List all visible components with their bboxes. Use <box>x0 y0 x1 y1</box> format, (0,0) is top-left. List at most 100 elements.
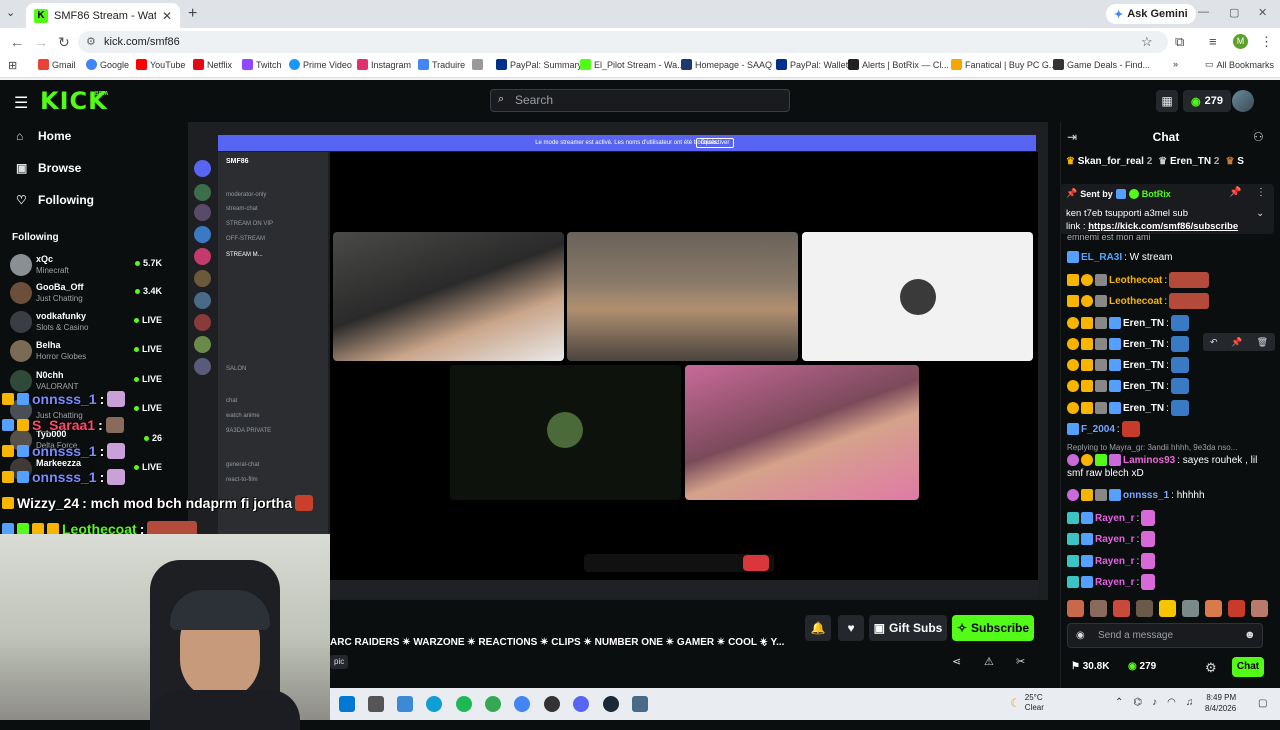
emote-icon[interactable] <box>1113 600 1130 617</box>
send-chat-button[interactable]: Chat <box>1232 657 1264 677</box>
edge-icon[interactable] <box>426 696 442 712</box>
new-tab-icon[interactable]: + <box>188 5 197 23</box>
bookmark-item[interactable]: PayPal: Wallet <box>776 59 848 70</box>
followed-channel[interactable]: xQc Minecraft 5.7K <box>10 252 162 280</box>
pinned-menu-icon[interactable]: ⋮ <box>1256 187 1266 198</box>
network-icon[interactable]: ⌬ <box>1133 697 1142 708</box>
extensions-icon[interactable]: ⧉ <box>1175 34 1184 50</box>
chat-message[interactable]: Eren_TN: <box>1067 336 1189 352</box>
clip-icon[interactable]: ✂ <box>1016 655 1025 668</box>
taskbar-app-icon[interactable] <box>397 696 413 712</box>
mic-icon[interactable]: ♪ <box>1152 697 1157 708</box>
site-info-icon[interactable]: ⚙ <box>86 35 96 48</box>
subscribe-link[interactable]: https://kick.com/smf86/subscribe <box>1088 221 1238 232</box>
discord-icon[interactable] <box>573 696 589 712</box>
url-field[interactable]: kick.com/smf86 <box>78 31 1168 53</box>
volume-icon[interactable]: ♫ <box>1186 697 1194 708</box>
more-bookmarks-icon[interactable]: » <box>1173 59 1178 69</box>
maximize-icon[interactable]: ▢ <box>1229 6 1239 19</box>
tray-arrow-icon[interactable]: ⌃ <box>1115 697 1123 708</box>
chat-message[interactable]: EL_RA3I: W stream <box>1067 251 1172 263</box>
followed-channel[interactable]: GooBa_Off Just Chatting 3.4K <box>10 280 162 308</box>
bookmark-item[interactable]: Google <box>86 59 129 70</box>
collapse-chat-icon[interactable]: ⇥ <box>1067 130 1077 144</box>
chat-message[interactable]: Rayen_r: <box>1067 510 1156 526</box>
points-badge[interactable]: ◉ 279 <box>1183 90 1231 112</box>
taskbar-app-icon[interactable] <box>544 696 560 712</box>
chat-message[interactable]: Eren_TN: <box>1067 378 1189 394</box>
pin-message-icon[interactable]: 📌 <box>1231 337 1242 348</box>
chat-message[interactable]: Eren_TN: <box>1067 357 1189 373</box>
close-tab-icon[interactable]: ✕ <box>162 9 172 23</box>
report-icon[interactable]: ⚠ <box>984 655 994 668</box>
chrome-icon[interactable] <box>485 696 501 712</box>
dashboard-icon[interactable]: ▦ <box>1156 90 1178 112</box>
browser-tab[interactable]: K SMF86 Stream - Watch Live on ✕ <box>26 3 180 28</box>
bookmark-item[interactable]: Traduire <box>418 59 465 70</box>
share-icon[interactable]: ⋖ <box>952 655 961 668</box>
bookmark-item[interactable]: Alerts | BotRix — Cl... <box>848 59 949 70</box>
chrome-icon[interactable] <box>514 696 530 712</box>
bookmark-item[interactable]: Fanatical | Buy PC G... <box>951 59 1056 70</box>
back-icon[interactable]: ← <box>10 34 24 50</box>
reload-icon[interactable]: ↻ <box>58 34 70 51</box>
nav-following[interactable]: ♡ Following <box>16 193 94 207</box>
bookmark-item[interactable]: Prime Video <box>289 59 352 70</box>
bookmark-item[interactable]: Netflix <box>193 59 232 70</box>
chat-message[interactable]: Rayen_r: <box>1067 553 1156 569</box>
minimize-icon[interactable]: — <box>1198 6 1209 18</box>
chat-settings-icon[interactable]: ⚙ <box>1205 660 1217 676</box>
bookmark-item[interactable]: PayPal: Summary <box>496 59 582 70</box>
chat-message[interactable]: F_2004: <box>1067 421 1140 437</box>
bookmark-item[interactable]: Twitch <box>242 59 282 70</box>
profile-avatar[interactable]: M <box>1233 34 1248 49</box>
follow-heart-button[interactable]: ♥ <box>838 615 864 641</box>
emote-icon[interactable] <box>1228 600 1245 617</box>
gifter[interactable]: ♛ Eren_TN 2 <box>1158 156 1219 167</box>
chat-message[interactable]: Laminos93: sayes rouhek , lil <box>1067 454 1257 466</box>
followed-channel[interactable]: Belha Horror Globes LIVE <box>10 338 162 366</box>
chat-input[interactable]: Send a message <box>1067 623 1263 648</box>
stream-tag[interactable]: pic <box>330 655 349 669</box>
delete-icon[interactable]: 🗑 <box>1257 337 1268 348</box>
chat-message[interactable]: Eren_TN: <box>1067 400 1189 416</box>
emote-icon[interactable] <box>1067 600 1084 617</box>
wifi-icon[interactable]: ◠ <box>1167 697 1176 708</box>
all-bookmarks[interactable]: ▭ All Bookmarks <box>1205 59 1274 70</box>
search-input[interactable]: Search <box>490 89 790 112</box>
nav-browse[interactable]: ▣ Browse <box>16 161 81 175</box>
emote-icon[interactable] <box>1136 600 1153 617</box>
emote-icon[interactable] <box>1159 600 1176 617</box>
bookmark-item[interactable] <box>472 59 483 70</box>
notification-icon[interactable]: ▢ <box>1258 698 1267 709</box>
chat-message[interactable]: Eren_TN: <box>1067 315 1189 331</box>
user-avatar[interactable] <box>1232 90 1254 112</box>
forward-icon[interactable]: → <box>34 34 48 50</box>
reading-list-icon[interactable]: ≡ <box>1209 34 1217 49</box>
chat-message[interactable]: Rayen_r: <box>1067 574 1156 590</box>
notification-bell-button[interactable]: 🔔 <box>805 615 831 641</box>
bookmark-item[interactable]: Gmail <box>38 59 76 70</box>
apps-grid-icon[interactable]: ⊞ <box>8 59 17 72</box>
gifter[interactable]: ♛ Skan_for_real 2 <box>1066 156 1152 167</box>
emoji-picker-icon[interactable]: ☻ <box>1244 629 1256 641</box>
chat-users-icon[interactable]: ⚇ <box>1253 130 1264 144</box>
bookmark-item[interactable]: Homepage - SAAQ <box>681 59 772 70</box>
bookmark-item[interactable]: Instagram <box>357 59 411 70</box>
bookmark-item[interactable]: YouTube <box>136 59 185 70</box>
chat-message[interactable]: onnsss_1: hhhhh <box>1067 489 1205 501</box>
start-icon[interactable] <box>339 696 355 712</box>
ask-gemini-button[interactable]: ✦ Ask Gemini <box>1106 4 1196 24</box>
reply-icon[interactable]: ↶ <box>1210 337 1218 348</box>
expand-title-icon[interactable]: ⌄ <box>760 636 769 649</box>
emote-icon[interactable] <box>1182 600 1199 617</box>
nav-home[interactable]: ⌂ Home <box>16 129 71 143</box>
emote-icon[interactable] <box>1090 600 1107 617</box>
menu-icon[interactable]: ☰ <box>14 93 28 113</box>
chat-message[interactable]: Rayen_r: <box>1067 531 1156 547</box>
taskbar-clock[interactable]: 8:49 PM 8/4/2026 <box>1205 692 1236 714</box>
spotify-icon[interactable] <box>456 696 472 712</box>
bookmark-item[interactable]: El_Pilot Stream - Wa... <box>580 59 685 70</box>
steam-icon[interactable] <box>603 696 619 712</box>
emote-icon[interactable] <box>1205 600 1222 617</box>
